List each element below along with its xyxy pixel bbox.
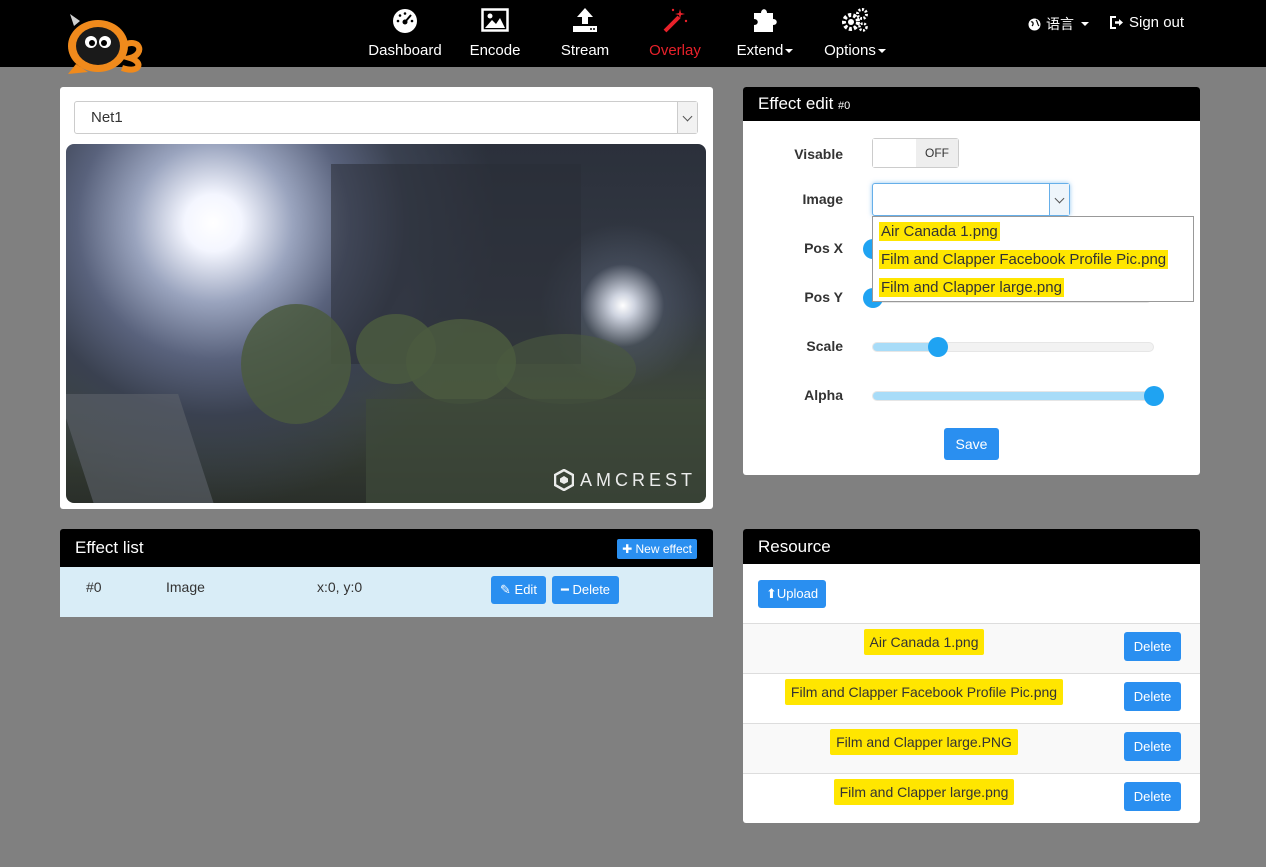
visible-toggle[interactable]: OFF [872, 138, 959, 168]
toggle-state: OFF [916, 139, 958, 167]
delete-resource-button[interactable]: Delete [1124, 682, 1181, 711]
chevron-down-icon [1054, 193, 1065, 204]
resource-name: Film and Clapper Facebook Profile Pic.pn… [743, 679, 1105, 705]
nav-extend[interactable]: Extend [728, 0, 802, 67]
alpha-slider[interactable] [872, 386, 1164, 406]
nav-dashboard[interactable]: Dashboard [362, 0, 448, 67]
bush [496, 334, 636, 404]
video-panel: Net1 AMCREST [60, 87, 713, 509]
upload-icon: ⬆ [766, 586, 777, 601]
video-preview: AMCREST [66, 144, 706, 503]
caret-down-icon [877, 49, 886, 54]
resource-row: Film and Clapper large.png Delete [743, 773, 1200, 823]
resource-name: Air Canada 1.png [743, 629, 1105, 655]
dropdown-option[interactable]: Air Canada 1.png [879, 222, 1000, 241]
camera-watermark: AMCREST [553, 469, 696, 491]
top-navbar: Dashboard Encode Stream Overlay Extend O… [0, 0, 1266, 74]
image-dropdown-list: Air Canada 1.png Film and Clapper Facebo… [872, 216, 1194, 302]
slider-handle[interactable] [1144, 386, 1164, 406]
nav-label: Encode [469, 42, 521, 59]
effect-type: Image [166, 579, 205, 595]
nav-options[interactable]: Options [816, 0, 894, 67]
language-menu[interactable]: 语言 [1028, 14, 1089, 34]
select-arrow[interactable] [677, 102, 697, 133]
effect-id-tag: #0 [838, 100, 851, 112]
effect-edit-title: Effect edit [758, 94, 834, 113]
effect-edit-header: Effect edit #0 [743, 87, 1200, 121]
walkway [66, 394, 214, 503]
source-select-value: Net1 [91, 109, 123, 126]
resource-row: Air Canada 1.png Delete [743, 623, 1200, 673]
watermark-text: AMCREST [579, 469, 696, 490]
resource-row: Film and Clapper Facebook Profile Pic.pn… [743, 673, 1200, 723]
magic-wand-icon [663, 8, 688, 33]
delete-effect-button[interactable]: ━ Delete [552, 576, 620, 604]
toggle-knob[interactable] [873, 139, 917, 167]
slider-handle[interactable] [928, 337, 948, 357]
image-icon [481, 8, 509, 32]
nav-encode[interactable]: Encode [460, 0, 530, 67]
save-button[interactable]: Save [944, 428, 999, 460]
signout-label: Sign out [1129, 14, 1185, 31]
posy-label: Pos Y [804, 289, 843, 305]
nav-label: Stream [560, 42, 610, 59]
edit-icon: ✎ [500, 582, 511, 597]
nav-overlay[interactable]: Overlay [640, 0, 710, 67]
select-arrow[interactable] [1049, 184, 1069, 215]
bush [241, 304, 351, 424]
resource-row: Film and Clapper large.PNG Delete [743, 723, 1200, 773]
nav-label: Overlay [649, 42, 701, 59]
effect-position: x:0, y:0 [317, 579, 363, 595]
globe-icon [1028, 18, 1041, 30]
nav-label: Extend [728, 42, 802, 59]
app-logo[interactable] [60, 6, 150, 76]
resource-name: Film and Clapper large.png [743, 779, 1105, 805]
new-effect-button[interactable]: ✚ New effect [617, 539, 697, 559]
signout-link[interactable]: Sign out [1110, 14, 1184, 31]
dropdown-option[interactable]: Film and Clapper large.png [879, 278, 1064, 297]
nav-label: Options [816, 42, 894, 59]
effect-list-title: Effect list [75, 538, 144, 557]
nav-stream[interactable]: Stream [550, 0, 620, 67]
alpha-label: Alpha [804, 387, 843, 403]
chevron-down-icon [682, 111, 693, 122]
effect-edit-panel: Effect edit #0 Visable OFF Image Pos X P… [743, 87, 1200, 475]
language-label: 语言 [1046, 16, 1074, 32]
visible-label: Visable [794, 146, 843, 162]
delete-resource-button[interactable]: Delete [1124, 782, 1181, 811]
slider-fill [873, 392, 1153, 400]
plus-icon: ✚ [622, 542, 633, 556]
scale-label: Scale [806, 338, 843, 354]
upload-icon [573, 8, 597, 32]
signout-icon [1110, 16, 1123, 29]
resource-header: Resource [743, 529, 1200, 564]
puzzle-icon [754, 9, 777, 32]
effect-id: #0 [86, 579, 102, 595]
minus-icon: ━ [561, 582, 569, 597]
effect-list-panel: Effect list ✚ New effect #0 Image x:0, y… [60, 529, 713, 617]
delete-resource-button[interactable]: Delete [1124, 632, 1181, 661]
amcrest-logo-icon [553, 469, 574, 491]
dashboard-gauge-icon [393, 9, 417, 33]
scale-slider[interactable] [872, 337, 1154, 357]
image-label: Image [802, 191, 843, 207]
gears-icon [842, 8, 868, 32]
caret-down-icon [1081, 22, 1089, 26]
edit-button[interactable]: ✎ Edit [491, 576, 546, 604]
dropdown-option[interactable]: Film and Clapper Facebook Profile Pic.pn… [879, 250, 1169, 269]
image-select[interactable] [872, 183, 1070, 216]
source-select[interactable]: Net1 [74, 101, 698, 134]
nav-label: Dashboard [368, 42, 442, 59]
resource-panel: Resource ⬆Upload Air Canada 1.png Delete… [743, 529, 1200, 823]
posx-label: Pos X [804, 240, 843, 256]
upload-button[interactable]: ⬆Upload [758, 580, 827, 608]
caret-down-icon [785, 49, 794, 54]
delete-resource-button[interactable]: Delete [1124, 732, 1181, 761]
table-row: #0 Image x:0, y:0 ✎ Edit ━ Delete [60, 567, 713, 617]
effect-list-header: Effect list ✚ New effect [60, 529, 713, 567]
resource-name: Film and Clapper large.PNG [743, 729, 1105, 755]
